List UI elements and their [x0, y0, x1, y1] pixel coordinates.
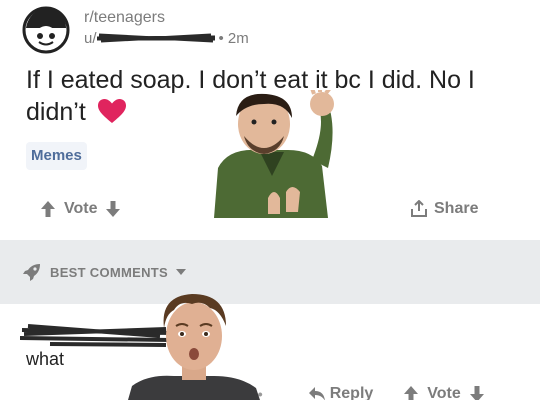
post-time: • 2m [218, 30, 249, 47]
downvote-arrow-icon[interactable] [469, 385, 485, 400]
meme-sticker-surprised-man [128, 294, 260, 400]
chevron-down-icon [176, 269, 187, 275]
reply-label: Reply [329, 385, 374, 400]
comment-sort-bar[interactable]: BEST COMMENTS [0, 240, 540, 304]
author-prefix[interactable]: u/ [84, 30, 97, 47]
meme-sticker-man-green-shirt [214, 90, 334, 218]
reply-button[interactable]: Reply [308, 385, 374, 400]
post-vote-label: Vote [64, 200, 98, 217]
post-vote-group: Vote [40, 200, 121, 218]
reply-icon [308, 387, 325, 400]
snoo-avatar-icon[interactable] [22, 6, 70, 54]
subreddit-name[interactable]: r/teenagers [84, 9, 165, 27]
comment-text: what [26, 349, 65, 369]
sort-label: BEST COMMENTS [50, 264, 169, 280]
upvote-arrow-icon[interactable] [40, 200, 56, 218]
sort-dropdown[interactable]: BEST COMMENTS [22, 262, 187, 282]
post-flair[interactable]: Memes [26, 142, 87, 170]
downvote-arrow-icon[interactable] [105, 200, 121, 218]
comment-card: what ••• Reply Vote [0, 304, 540, 400]
share-label: Share [434, 200, 479, 217]
comment-vote-label: Vote [427, 385, 461, 400]
rocket-icon [23, 264, 40, 281]
redacted-username-scribble [96, 33, 215, 43]
upvote-arrow-icon[interactable] [403, 385, 419, 400]
share-button[interactable]: Share [410, 200, 478, 218]
comment-vote-group: Vote [403, 385, 484, 400]
heart-emoji-icon [97, 99, 126, 123]
comment-actions: ••• Reply Vote [246, 384, 536, 400]
post-meta: u/ • 2m [84, 30, 249, 47]
share-icon [411, 200, 427, 217]
